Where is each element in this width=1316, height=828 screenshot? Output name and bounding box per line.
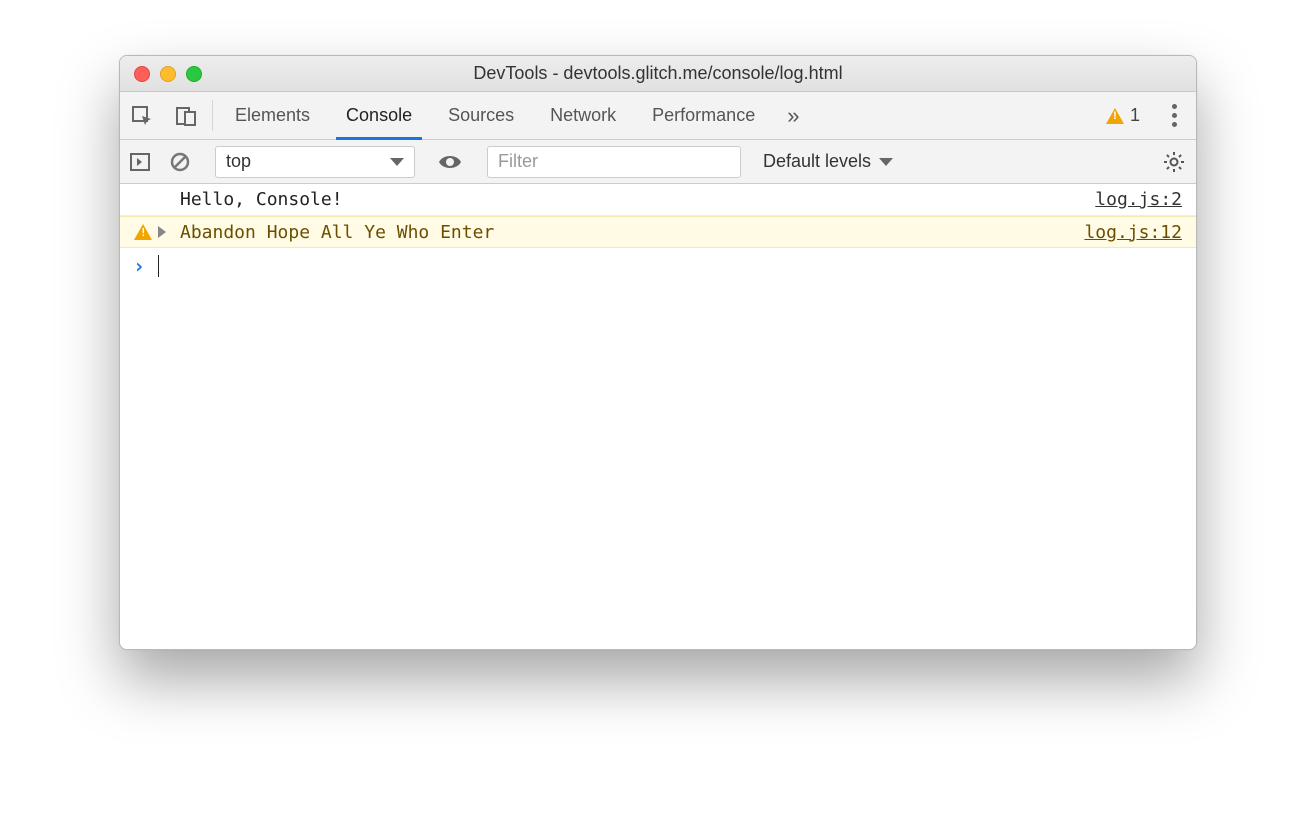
console-toolbar: top Default levels	[120, 140, 1196, 184]
filter-input[interactable]	[487, 146, 741, 178]
console-settings-icon[interactable]	[1152, 151, 1196, 173]
minimize-button[interactable]	[160, 66, 176, 82]
tab-network[interactable]: Network	[532, 92, 634, 139]
chevron-right-icon	[158, 226, 166, 238]
panel-tabs: Elements Console Sources Network Perform…	[217, 92, 1094, 139]
devtools-window: DevTools - devtools.glitch.me/console/lo…	[119, 55, 1197, 650]
fullscreen-button[interactable]	[186, 66, 202, 82]
titlebar: DevTools - devtools.glitch.me/console/lo…	[120, 56, 1196, 92]
log-levels-select[interactable]: Default levels	[749, 151, 907, 172]
expand-toggle[interactable]	[158, 226, 174, 238]
source-link[interactable]: log.js:2	[1095, 189, 1182, 210]
levels-label: Default levels	[763, 151, 871, 172]
more-tabs-button[interactable]: »	[773, 92, 813, 139]
console-output: Hello, Console! log.js:2 Abandon Hope Al…	[120, 184, 1196, 649]
tab-sources[interactable]: Sources	[430, 92, 532, 139]
chevron-down-icon	[390, 158, 404, 166]
settings-menu-button[interactable]	[1152, 92, 1196, 139]
main-tabbar: Elements Console Sources Network Perform…	[120, 92, 1196, 140]
context-select-value: top	[226, 151, 251, 172]
source-link[interactable]: log.js:12	[1084, 222, 1182, 243]
console-row-warning: Abandon Hope All Ye Who Enter log.js:12	[120, 216, 1196, 248]
chevron-down-icon	[879, 158, 893, 166]
close-button[interactable]	[134, 66, 150, 82]
window-title: DevTools - devtools.glitch.me/console/lo…	[120, 63, 1196, 84]
inspect-element-icon[interactable]	[120, 92, 164, 139]
live-expression-icon[interactable]	[430, 154, 470, 170]
window-controls	[120, 66, 202, 82]
execution-context-select[interactable]: top	[215, 146, 415, 178]
log-message: Hello, Console!	[174, 189, 1095, 210]
tab-elements[interactable]: Elements	[217, 92, 328, 139]
text-cursor	[158, 255, 159, 277]
toggle-sidebar-icon[interactable]	[120, 153, 160, 171]
device-toolbar-icon[interactable]	[164, 92, 208, 139]
separator	[212, 100, 213, 131]
tab-console[interactable]: Console	[328, 92, 430, 139]
warning-count-badge[interactable]: 1	[1094, 92, 1152, 139]
console-prompt[interactable]: ›	[120, 248, 1196, 284]
warning-icon	[1106, 108, 1124, 124]
warning-count: 1	[1130, 105, 1140, 126]
clear-console-icon[interactable]	[160, 152, 200, 172]
tab-performance[interactable]: Performance	[634, 92, 773, 139]
row-icon-slot	[128, 224, 158, 240]
console-row-log: Hello, Console! log.js:2	[120, 184, 1196, 216]
warning-icon	[134, 224, 152, 240]
warning-message: Abandon Hope All Ye Who Enter	[174, 222, 1084, 243]
prompt-chevron-icon: ›	[128, 254, 150, 278]
